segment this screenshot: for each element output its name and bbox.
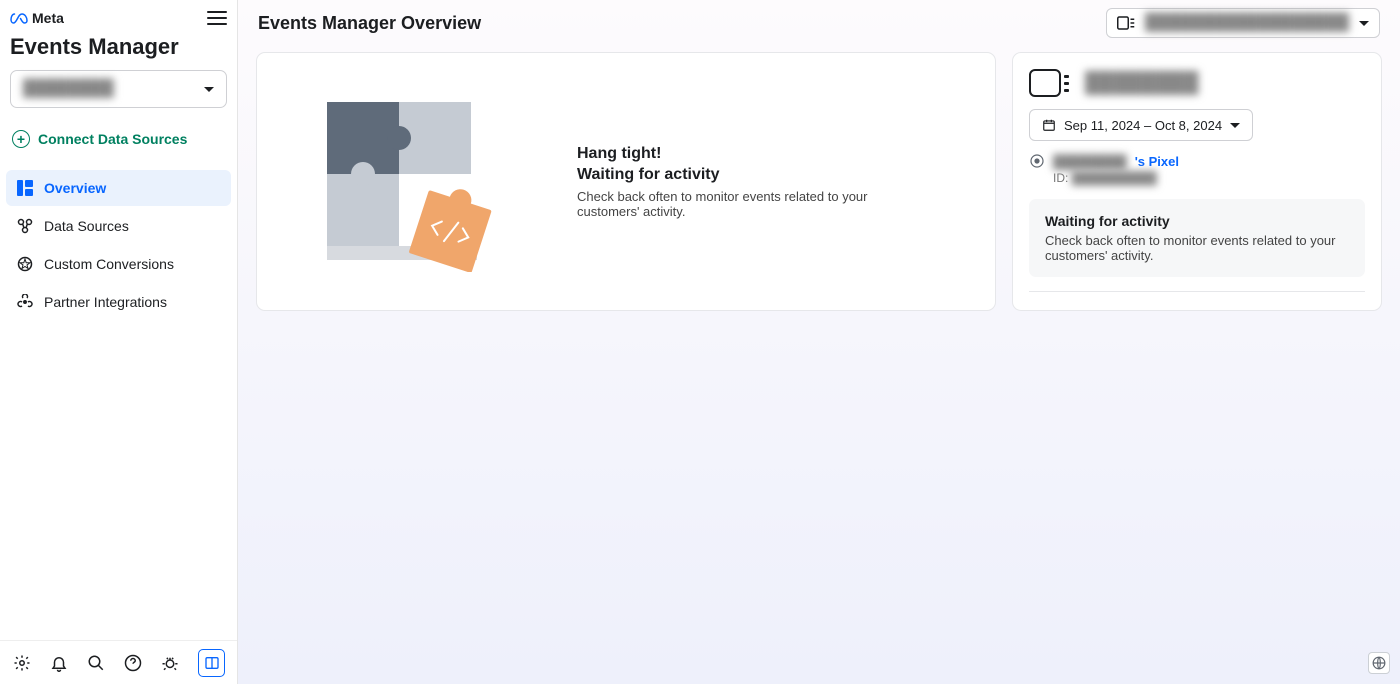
chevron-down-icon — [204, 87, 214, 92]
dataset-large-icon — [1029, 69, 1061, 97]
side-panel-title: ████████ — [1085, 72, 1198, 95]
sidebar-item-custom-conversions[interactable]: Custom Conversions — [6, 246, 231, 282]
sidebar: Meta Events Manager ████████ + Connect D… — [0, 0, 238, 684]
settings-button[interactable] — [12, 653, 31, 673]
sidebar-item-label: Custom Conversions — [44, 256, 174, 272]
notifications-button[interactable] — [49, 653, 68, 673]
pixel-link[interactable]: 's Pixel — [1135, 154, 1179, 169]
dataset-picker[interactable]: ██████████████████ — [1106, 8, 1380, 38]
bug-report-button[interactable] — [161, 653, 180, 673]
activity-card: Hang tight! Waiting for activity Check b… — [256, 52, 996, 311]
search-icon — [87, 654, 105, 672]
puzzle-illustration — [297, 92, 527, 272]
dataset-picker-label: ██████████████████ — [1145, 14, 1349, 32]
sidebar-item-overview[interactable]: Overview — [6, 170, 231, 206]
sidebar-item-label: Data Sources — [44, 218, 129, 234]
calendar-icon — [1042, 118, 1056, 132]
pixel-row: ████████ 's Pixel — [1029, 153, 1365, 169]
activity-heading: Hang tight! Waiting for activity — [577, 144, 917, 186]
meta-logo-icon — [10, 12, 28, 24]
side-panel-header: ████████ — [1029, 69, 1365, 97]
info-box-body: Check back often to monitor events relat… — [1045, 233, 1349, 263]
product-title: Events Manager — [0, 34, 237, 70]
language-globe-button[interactable] — [1368, 652, 1390, 674]
partner-integrations-icon — [16, 293, 34, 311]
sidebar-header: Meta — [0, 0, 237, 34]
pixel-id-value: ██████████ — [1072, 171, 1157, 185]
sidebar-item-label: Overview — [44, 180, 106, 196]
panel-toggle-button[interactable] — [198, 649, 225, 677]
activity-body: Check back often to monitor events relat… — [577, 189, 917, 219]
gear-icon — [13, 654, 31, 672]
activity-heading-line2: Waiting for activity — [577, 166, 720, 183]
account-selector-label: ████████ — [23, 80, 114, 98]
overview-icon — [16, 179, 34, 197]
plus-circle-icon: + — [12, 130, 30, 148]
chevron-down-icon — [1359, 21, 1369, 26]
bug-icon — [161, 654, 179, 672]
activity-card-text: Hang tight! Waiting for activity Check b… — [577, 144, 917, 220]
pixel-id-row: ID: ██████████ — [1053, 171, 1365, 185]
meta-brand-text: Meta — [32, 10, 64, 26]
waiting-info-box: Waiting for activity Check back often to… — [1029, 199, 1365, 277]
content-row: Hang tight! Waiting for activity Check b… — [238, 40, 1400, 323]
main-area: Events Manager Overview ████████████████… — [238, 0, 1400, 684]
sidebar-item-data-sources[interactable]: Data Sources — [6, 208, 231, 244]
pixel-id-label: ID: — [1053, 171, 1068, 185]
side-panel: ████████ Sep 11, 2024 – Oct 8, 2024 ████… — [1012, 52, 1382, 311]
info-box-title: Waiting for activity — [1045, 213, 1349, 229]
help-icon — [124, 654, 142, 672]
bell-icon — [50, 654, 68, 672]
main-header: Events Manager Overview ████████████████… — [238, 0, 1400, 40]
search-button[interactable] — [86, 653, 105, 673]
sidebar-nav: Overview Data Sources Custom Conversions… — [0, 170, 237, 322]
sidebar-item-label: Partner Integrations — [44, 294, 167, 310]
activity-heading-line1: Hang tight! — [577, 145, 661, 162]
dataset-icon — [1117, 16, 1135, 30]
help-button[interactable] — [124, 653, 143, 673]
meta-logo[interactable]: Meta — [10, 10, 64, 26]
chevron-down-icon — [1230, 123, 1240, 128]
hamburger-menu-icon[interactable] — [207, 11, 227, 25]
custom-conversions-icon — [16, 255, 34, 273]
connect-data-sources-link[interactable]: + Connect Data Sources — [0, 122, 237, 156]
pixel-name-prefix: ████████ — [1053, 154, 1127, 169]
date-range-label: Sep 11, 2024 – Oct 8, 2024 — [1064, 118, 1222, 133]
page-title: Events Manager Overview — [258, 13, 481, 34]
data-sources-icon — [16, 217, 34, 235]
connect-label: Connect Data Sources — [38, 131, 187, 147]
pixel-icon — [1029, 153, 1045, 169]
account-selector[interactable]: ████████ — [10, 70, 227, 108]
globe-icon — [1372, 656, 1386, 670]
sidebar-item-partner-integrations[interactable]: Partner Integrations — [6, 284, 231, 320]
panel-icon — [204, 655, 220, 671]
sidebar-tools — [0, 640, 237, 684]
date-range-picker[interactable]: Sep 11, 2024 – Oct 8, 2024 — [1029, 109, 1253, 141]
divider — [1029, 291, 1365, 292]
